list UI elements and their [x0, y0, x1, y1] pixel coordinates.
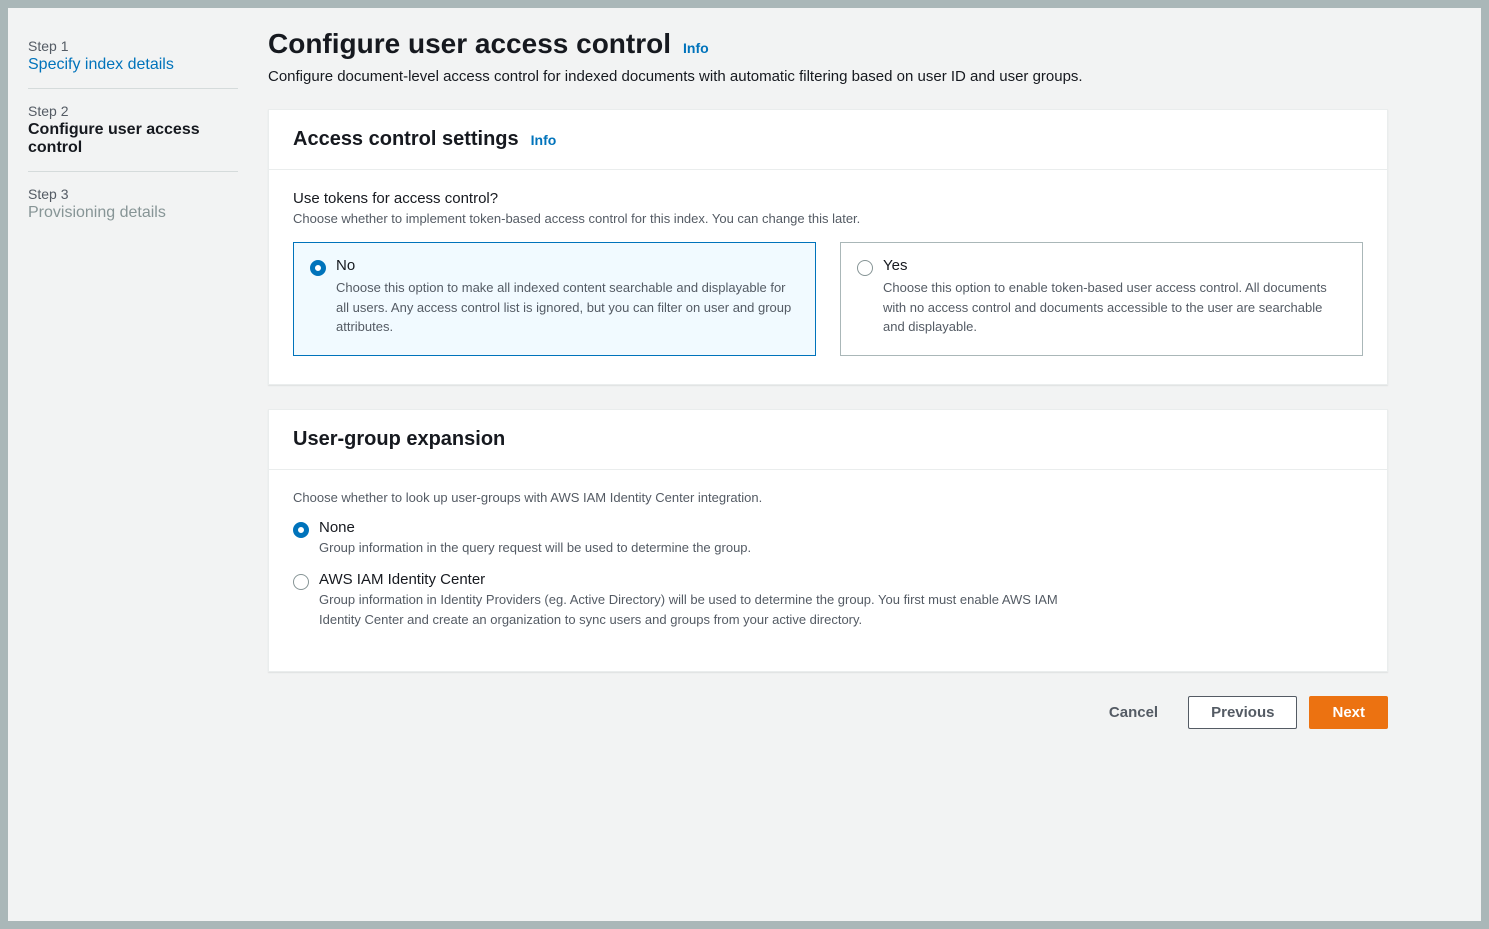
- step-title: Provisioning details: [28, 204, 238, 222]
- tile-content: Yes Choose this option to enable token-b…: [883, 257, 1346, 337]
- tile-content: No Choose this option to make all indexe…: [336, 257, 799, 337]
- tile-option-yes[interactable]: Yes Choose this option to enable token-b…: [840, 242, 1363, 356]
- next-button[interactable]: Next: [1309, 696, 1388, 729]
- panel-title: Access control settings: [293, 128, 519, 151]
- radio-icon: [310, 260, 326, 276]
- step-title: Configure user access control: [28, 121, 238, 157]
- user-group-panel: User-group expansion Choose whether to l…: [268, 409, 1388, 673]
- tile-option-no[interactable]: No Choose this option to make all indexe…: [293, 242, 816, 356]
- radio-desc: Group information in the query request w…: [319, 538, 1079, 558]
- step-2: Step 2 Configure user access control: [28, 103, 238, 172]
- page-container: Step 1 Specify index details Step 2 Conf…: [8, 8, 1481, 921]
- radio-icon: [293, 522, 309, 538]
- main-content: Configure user access control Info Confi…: [268, 28, 1388, 901]
- tile-title: No: [336, 257, 799, 274]
- step-number: Step 1: [28, 38, 238, 54]
- radio-desc: Group information in Identity Providers …: [319, 590, 1079, 629]
- radio-title: AWS IAM Identity Center: [319, 571, 1363, 588]
- tile-desc: Choose this option to make all indexed c…: [336, 278, 799, 337]
- tile-desc: Choose this option to enable token-based…: [883, 278, 1346, 337]
- info-link[interactable]: Info: [683, 40, 709, 56]
- cancel-button[interactable]: Cancel: [1091, 696, 1176, 729]
- page-description: Configure document-level access control …: [268, 68, 1388, 85]
- panel-header: Access control settings Info: [269, 110, 1387, 170]
- field-hint: Choose whether to implement token-based …: [293, 211, 1363, 226]
- step-number: Step 3: [28, 186, 238, 202]
- step-number: Step 2: [28, 103, 238, 119]
- tile-title: Yes: [883, 257, 1346, 274]
- access-control-panel: Access control settings Info Use tokens …: [268, 109, 1388, 385]
- radio-icon: [857, 260, 873, 276]
- step-1[interactable]: Step 1 Specify index details: [28, 38, 238, 89]
- tile-row: No Choose this option to make all indexe…: [293, 242, 1363, 356]
- info-link[interactable]: Info: [531, 132, 557, 148]
- previous-button[interactable]: Previous: [1188, 696, 1297, 729]
- field-hint: Choose whether to look up user-groups wi…: [293, 490, 1363, 505]
- radio-content: AWS IAM Identity Center Group informatio…: [319, 571, 1363, 629]
- wizard-steps-nav: Step 1 Specify index details Step 2 Conf…: [28, 28, 238, 901]
- field-label: Use tokens for access control?: [293, 190, 1363, 207]
- step-3: Step 3 Provisioning details: [28, 186, 238, 236]
- radio-content: None Group information in the query requ…: [319, 519, 1363, 558]
- panel-body: Use tokens for access control? Choose wh…: [269, 170, 1387, 384]
- radio-option-iam-identity-center[interactable]: AWS IAM Identity Center Group informatio…: [293, 571, 1363, 629]
- panel-title: User-group expansion: [293, 428, 505, 451]
- panel-header: User-group expansion: [269, 410, 1387, 470]
- step-title[interactable]: Specify index details: [28, 56, 238, 74]
- page-title: Configure user access control: [268, 28, 671, 60]
- radio-icon: [293, 574, 309, 590]
- radio-title: None: [319, 519, 1363, 536]
- panel-body: Choose whether to look up user-groups wi…: [269, 470, 1387, 672]
- radio-option-none[interactable]: None Group information in the query requ…: [293, 519, 1363, 558]
- page-header: Configure user access control Info: [268, 28, 1388, 60]
- footer-actions: Cancel Previous Next: [268, 696, 1388, 729]
